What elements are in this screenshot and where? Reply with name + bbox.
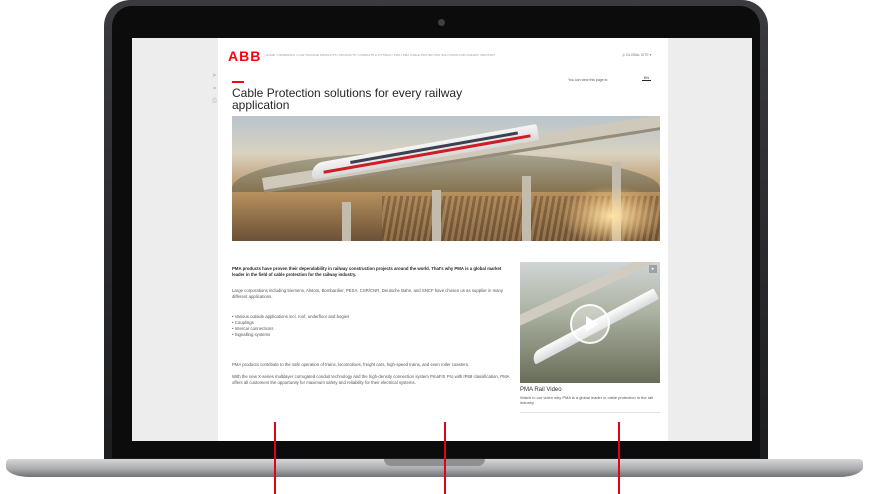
paragraph-xseries: With the new X-series multilayer corruga… <box>232 374 510 385</box>
globe-icon: ◎ <box>622 53 626 57</box>
share-icon[interactable]: ➤ <box>212 72 217 79</box>
viaduct-pillar <box>522 176 531 241</box>
callout-line <box>618 422 620 494</box>
paragraph-suppliers: Large corporations including Siemens, Al… <box>232 288 504 299</box>
video-description: Watch in our video why PMA is a global l… <box>520 395 654 405</box>
hero-image <box>232 116 660 241</box>
page-title: Cable Protection solutions for every rai… <box>232 86 463 112</box>
web-page: ABB HOME / OFFERINGS / LOW VOLTAGE PRODU… <box>212 38 668 441</box>
link-icon[interactable]: ⚭ <box>212 85 217 92</box>
title-accent-bar <box>232 81 244 83</box>
callout-line <box>444 422 446 494</box>
laptop-screen: ABB HOME / OFFERINGS / LOW VOLTAGE PRODU… <box>132 38 752 441</box>
hero-sun-glow <box>562 186 660 241</box>
video-thumbnail[interactable]: ▸ <box>520 262 660 383</box>
expand-icon[interactable]: ▸ <box>649 265 657 273</box>
play-button[interactable] <box>570 304 610 344</box>
language-note: You can view this page in: <box>568 78 609 82</box>
abb-logo[interactable]: ABB <box>228 48 261 64</box>
viaduct-pillar <box>432 190 441 241</box>
laptop-notch <box>384 459 485 466</box>
video-title[interactable]: PMA Rail Video <box>520 387 562 393</box>
play-icon <box>586 316 598 332</box>
global-site-menu[interactable]: ◎ GLOBAL SITE ▾ <box>622 53 651 57</box>
intro-text: PMA products have proven their dependabi… <box>232 266 502 277</box>
divider <box>520 412 660 413</box>
viaduct-pillar <box>342 202 351 241</box>
chevron-down-icon: ▾ <box>649 53 652 57</box>
callout-line <box>274 422 276 494</box>
breadcrumb[interactable]: HOME / OFFERINGS / LOW VOLTAGE PRODUCTS … <box>266 53 606 57</box>
webcam-icon <box>438 19 445 26</box>
side-toolbar: ➤ ⚭ ⎙ <box>212 72 217 111</box>
paragraph-safety: PMA products contribute to the safe oper… <box>232 362 470 367</box>
global-site-label: GLOBAL SITE <box>626 53 649 57</box>
language-button[interactable]: EN <box>642 76 651 81</box>
print-icon[interactable]: ⎙ <box>212 98 217 105</box>
list-item: • Signalling systems <box>232 332 271 337</box>
application-list: • Various outside applications incl. roo… <box>232 314 349 338</box>
